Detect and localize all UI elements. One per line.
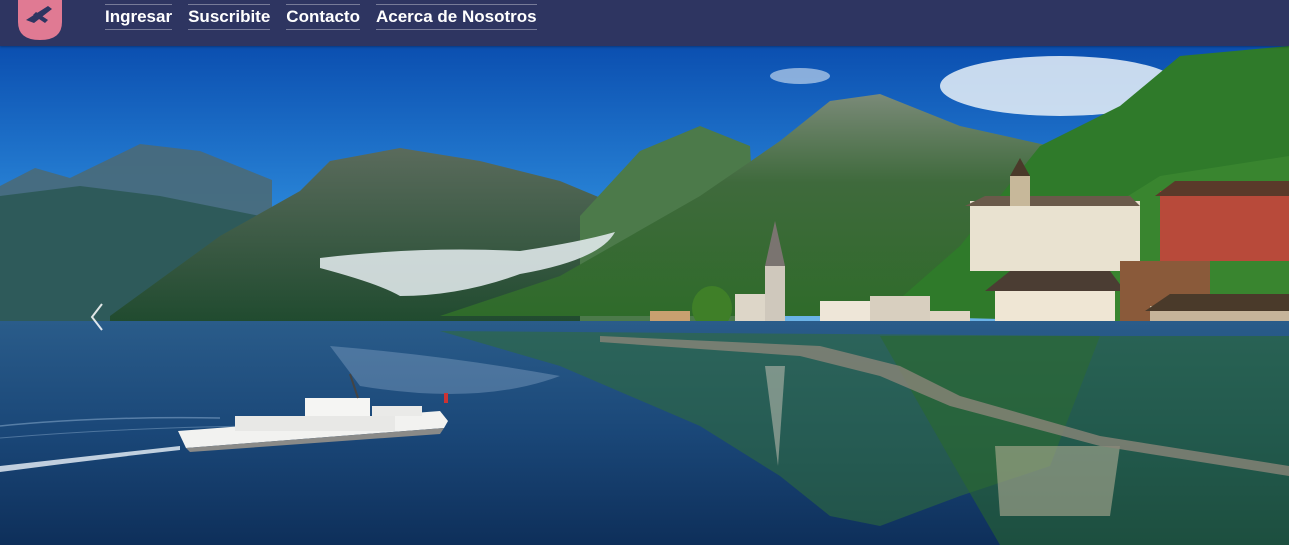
nav-link-suscribite[interactable]: Suscribite (188, 4, 271, 30)
lakeside-alpine-village-photo (0, 46, 1289, 545)
nav-links: Ingresar Suscribite Contacto Acerca de N… (105, 4, 537, 30)
hero-carousel (0, 46, 1289, 545)
plane-logo-icon[interactable] (16, 0, 64, 40)
nav-link-acerca[interactable]: Acerca de Nosotros (375, 4, 537, 30)
nav-link-contacto[interactable]: Contacto (286, 4, 360, 30)
nav-link-ingresar[interactable]: Ingresar (105, 4, 173, 30)
chevron-left-icon[interactable] (86, 300, 108, 334)
top-navbar: Ingresar Suscribite Contacto Acerca de N… (0, 0, 1289, 46)
